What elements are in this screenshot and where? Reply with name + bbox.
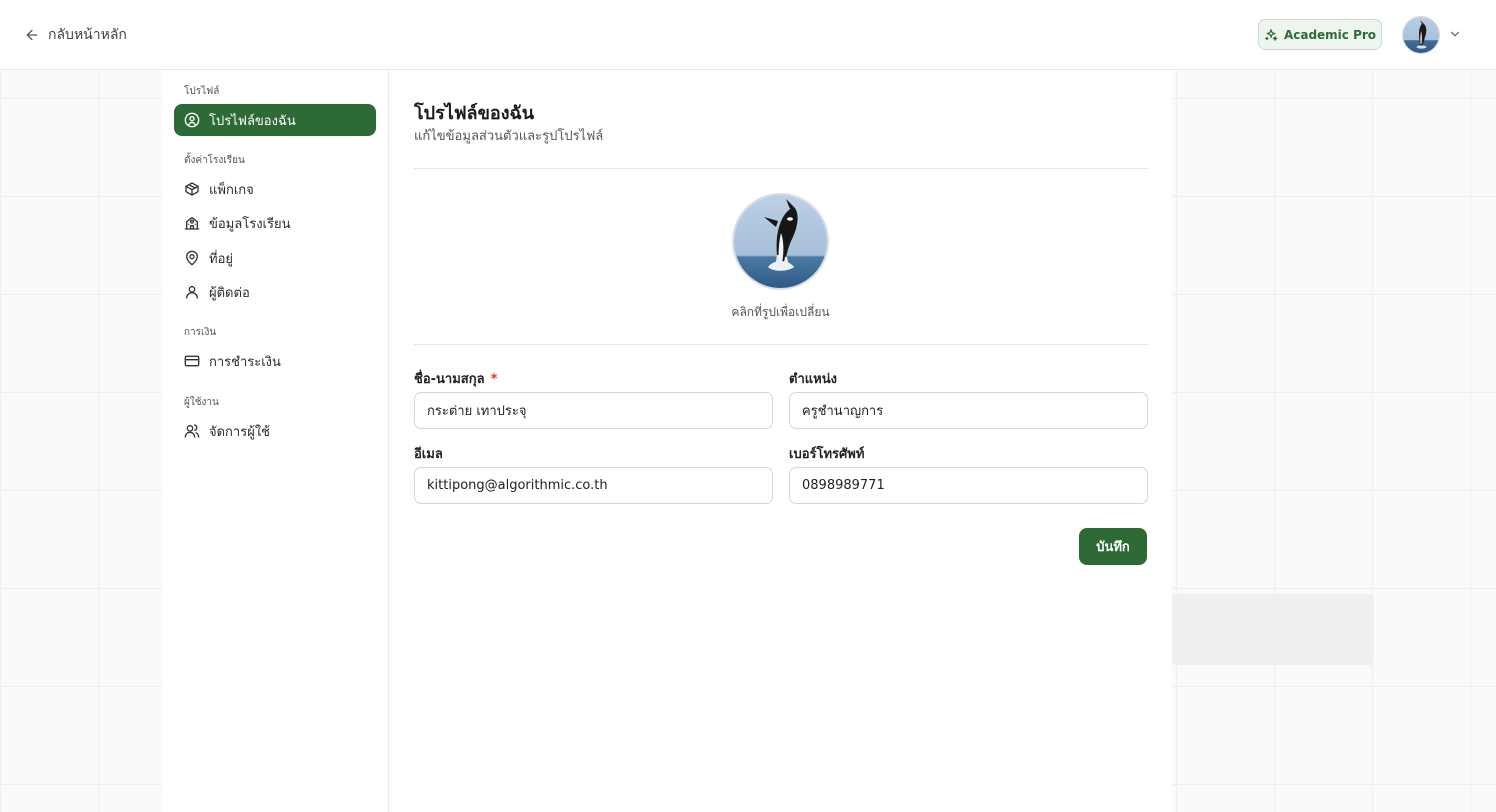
sidebar-item-label: ผู้ติดต่อ [209,285,250,301]
sidebar-item-manage-users[interactable]: จัดการผู้ใช้ [174,415,376,447]
email-field-label: อีเมล [414,447,443,462]
sidebar-item-label: การชำระเงิน [209,354,281,370]
orca-photo-image [734,195,827,288]
top-bar: กลับหน้าหลัก Academic Pro [0,0,1496,70]
back-link-label: กลับหน้าหลัก [48,27,127,43]
sidebar-item-school-info[interactable]: ข้อมูลโรงเรียน [174,207,376,239]
page-title: โปรไฟล์ของฉัน [414,103,535,124]
photo-change-hint: คลิกที่รูปเพื่อเปลี่ยน [731,305,830,319]
name-label-text: ชื่อ-นามสกุล [414,372,485,387]
orca-avatar-image [1403,17,1439,53]
full-name-input[interactable] [414,392,773,429]
arrow-left-icon [26,29,38,41]
profile-panel: โปรไฟล์ของฉัน แก้ไขข้อมูลส่วนตัวและรูปโป… [390,70,1172,812]
sidebar-item-label: ข้อมูลโรงเรียน [209,216,291,232]
map-pin-icon [186,250,198,266]
settings-sidebar: โปรไฟล์ โปรไฟล์ของฉัน ตั้งค่าโรงเรียน แพ… [162,70,389,812]
page-subtitle: แก้ไขข้อมูลส่วนตัวและรูปโปรไฟล์ [414,129,604,144]
name-field-label: ชื่อ-นามสกุล * [414,368,497,389]
sidebar-item-address[interactable]: ที่อยู่ [174,242,376,274]
sparkles-icon [1265,28,1278,41]
sidebar-item-contact[interactable]: ผู้ติดต่อ [174,276,376,308]
sidebar-item-payment[interactable]: การชำระเงิน [174,345,376,377]
required-mark: * [490,372,498,387]
background-placeholder [1172,594,1374,665]
sidebar-section-school-settings: ตั้งค่าโรงเรียน [184,155,245,166]
position-field-label: ตำแหน่ง [789,372,837,387]
back-to-home-link[interactable]: กลับหน้าหลัก [24,22,127,48]
sidebar-item-label: ที่อยู่ [209,251,233,267]
sidebar-section-users: ผู้ใช้งาน [184,397,219,408]
school-icon [184,217,200,230]
user-icon [186,286,198,299]
users-icon [184,424,200,438]
sidebar-item-label: แพ็กเกจ [209,182,254,198]
email-input[interactable] [414,467,773,504]
credit-card-icon [184,355,200,367]
sidebar-item-package[interactable]: แพ็กเกจ [174,173,376,205]
divider [414,344,1147,345]
package-icon [185,182,199,196]
chevron-down-icon[interactable] [1448,27,1462,41]
profile-photo[interactable] [732,193,829,290]
sidebar-item-my-profile[interactable]: โปรไฟล์ของฉัน [174,104,376,136]
divider [414,168,1147,169]
sidebar-section-finance: การเงิน [184,327,217,338]
phone-input[interactable] [789,467,1148,504]
sidebar-item-label: จัดการผู้ใช้ [209,424,271,440]
sidebar-item-label: โปรไฟล์ของฉัน [209,113,296,129]
position-input[interactable] [789,392,1148,429]
phone-field-label: เบอร์โทรศัพท์ [789,447,865,462]
user-circle-icon [184,112,200,128]
user-avatar[interactable] [1402,16,1440,54]
plan-badge-label: Academic Pro [1283,27,1377,42]
plan-badge[interactable]: Academic Pro [1258,19,1382,50]
save-button[interactable]: บันทึก [1079,528,1147,565]
sidebar-section-profile: โปรไฟล์ [184,86,220,97]
